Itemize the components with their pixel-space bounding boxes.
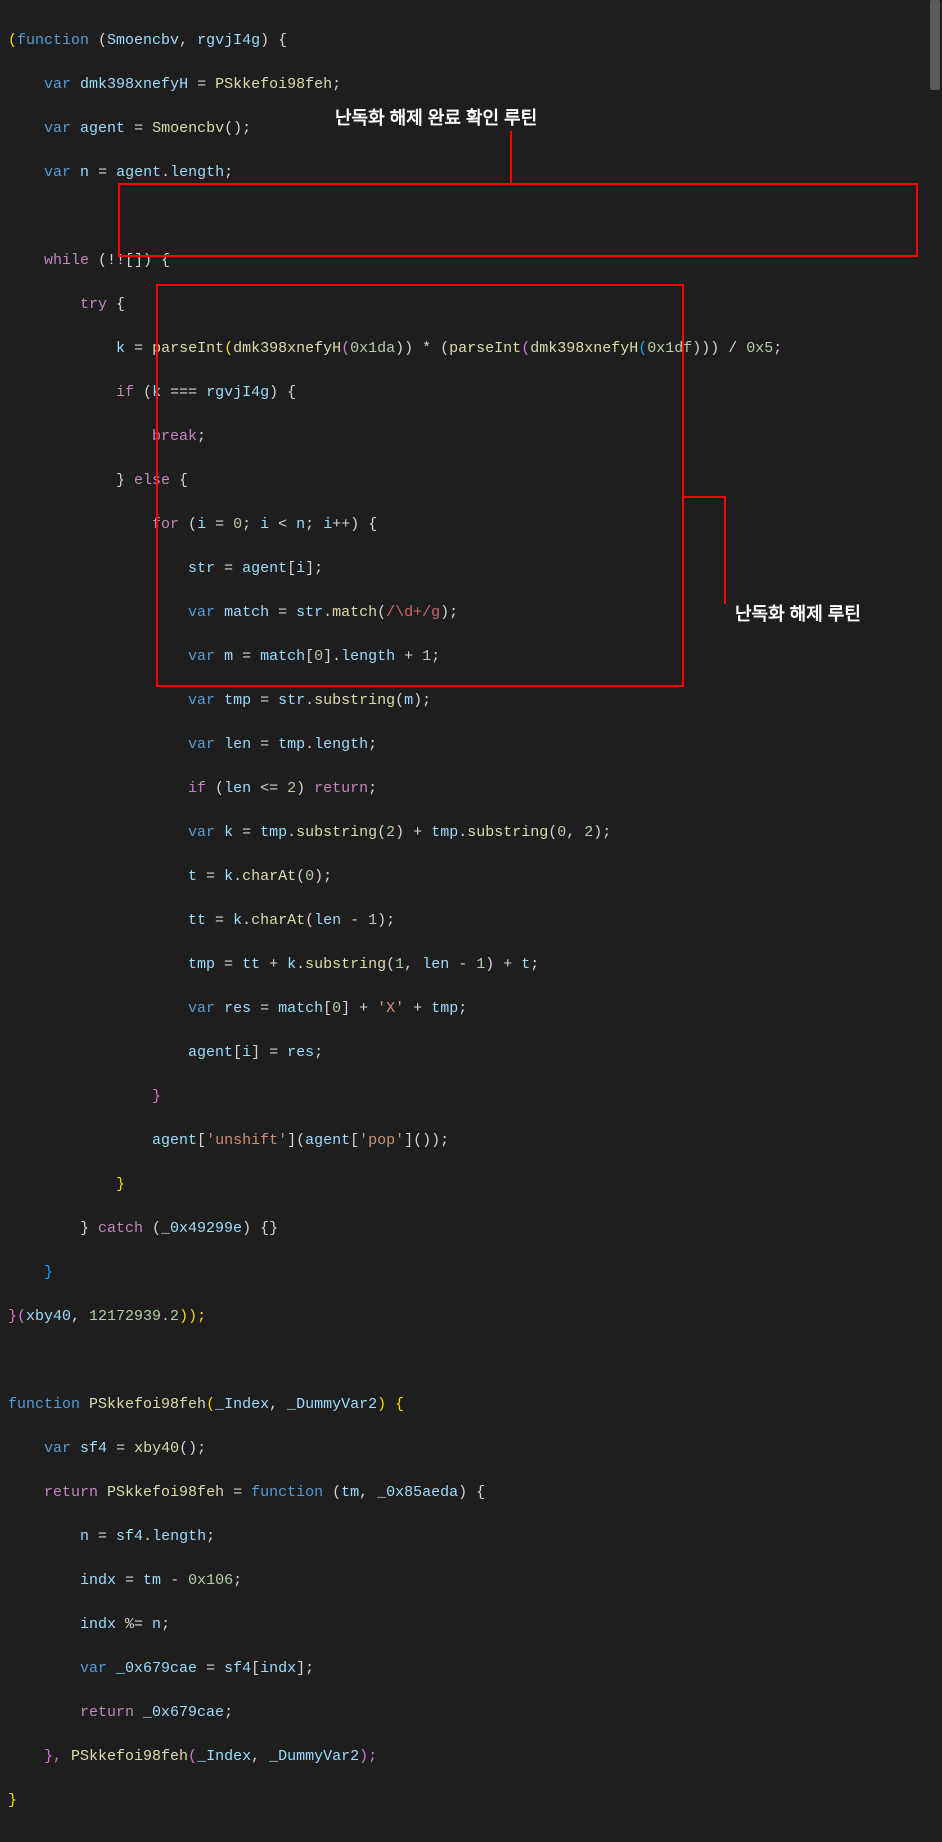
code-line: n = sf4.length;: [8, 1526, 942, 1548]
code-line: var n = agent.length;: [8, 162, 942, 184]
code-line: k = parseInt(dmk398xnefyH(0x1da)) * (par…: [8, 338, 942, 360]
code-line: var tmp = str.substring(m);: [8, 690, 942, 712]
code-line: return PSkkefoi98feh = function (tm, _0x…: [8, 1482, 942, 1504]
code-line: }: [8, 1086, 942, 1108]
code-line: (function (Smoencbv, rgvjI4g) {: [8, 30, 942, 52]
code-line: var m = match[0].length + 1;: [8, 646, 942, 668]
annotation-label-right: 난독화 해제 루틴: [735, 603, 861, 625]
code-line: var dmk398xnefyH = PSkkefoi98feh;: [8, 74, 942, 96]
code-line: }: [8, 1262, 942, 1284]
code-line: var _0x679cae = sf4[indx];: [8, 1658, 942, 1680]
code-line: [8, 1350, 942, 1372]
code-line: var sf4 = xby40();: [8, 1438, 942, 1460]
code-line: for (i = 0; i < n; i++) {: [8, 514, 942, 536]
code-line: var k = tmp.substring(2) + tmp.substring…: [8, 822, 942, 844]
code-line: }(xby40, 12172939.2));: [8, 1306, 942, 1328]
code-line: try {: [8, 294, 942, 316]
code-line: var res = match[0] + 'X' + tmp;: [8, 998, 942, 1020]
code-line: var len = tmp.length;: [8, 734, 942, 756]
code-line: return _0x679cae;: [8, 1702, 942, 1724]
code-editor: (function (Smoencbv, rgvjI4g) { var dmk3…: [0, 0, 942, 1842]
code-line: agent['unshift'](agent['pop']());: [8, 1130, 942, 1152]
code-line: }: [8, 1174, 942, 1196]
code-line: break;: [8, 426, 942, 448]
code-line: t = k.charAt(0);: [8, 866, 942, 888]
code-line: if (k === rgvjI4g) {: [8, 382, 942, 404]
code-line: } catch (_0x49299e) {}: [8, 1218, 942, 1240]
code-line: tmp = tt + k.substring(1, len - 1) + t;: [8, 954, 942, 976]
scrollbar-thumb[interactable]: [930, 0, 940, 90]
annotation-label-top: 난독화 해제 완료 확인 루틴: [335, 107, 537, 129]
code-line: } else {: [8, 470, 942, 492]
code-line: while (!![]) {: [8, 250, 942, 272]
code-line: function PSkkefoi98feh(_Index, _DummyVar…: [8, 1394, 942, 1416]
code-line: }, PSkkefoi98feh(_Index, _DummyVar2);: [8, 1746, 942, 1768]
code-line: [8, 206, 942, 228]
code-line: agent[i] = res;: [8, 1042, 942, 1064]
code-line: if (len <= 2) return;: [8, 778, 942, 800]
code-line: indx %= n;: [8, 1614, 942, 1636]
code-line: indx = tm - 0x106;: [8, 1570, 942, 1592]
code-line: str = agent[i];: [8, 558, 942, 580]
code-line: }: [8, 1790, 942, 1812]
code-line: tt = k.charAt(len - 1);: [8, 910, 942, 932]
